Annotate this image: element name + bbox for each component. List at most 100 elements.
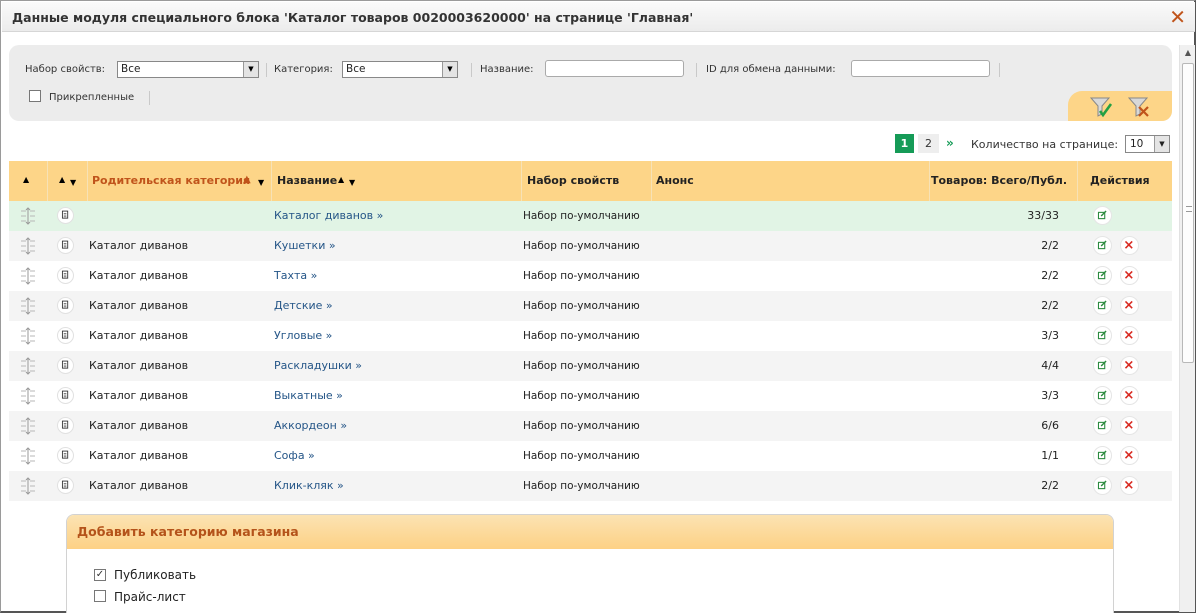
dialog-window: Данные модуля специального блока 'Катало… (0, 0, 1196, 613)
edit-icon[interactable] (1093, 476, 1112, 495)
delete-icon[interactable] (1120, 326, 1139, 345)
sort-asc-icon[interactable]: ▲ (338, 175, 344, 184)
sort-desc-icon[interactable]: ▼ (258, 178, 264, 187)
goods-count-cell: 3/3 (1041, 389, 1059, 402)
page-1-button[interactable]: 1 (895, 134, 914, 153)
add-category-panel-title: Добавить категорию магазина (77, 524, 299, 539)
drag-handle-icon[interactable] (19, 417, 37, 435)
pinned-checkbox[interactable] (29, 90, 41, 102)
edit-icon[interactable] (1093, 446, 1112, 465)
header-separator (87, 161, 88, 201)
edit-icon[interactable] (1093, 416, 1112, 435)
document-icon[interactable] (57, 297, 74, 314)
document-icon[interactable] (57, 237, 74, 254)
table-row: Каталог диванов Выкатные » Набор по-умолча… (9, 381, 1172, 411)
table-row: Каталог диванов Тахта » Набор по-умолчанию… (9, 261, 1172, 291)
scroll-up-icon[interactable]: ▲ (1180, 45, 1196, 61)
drag-handle-icon[interactable] (19, 237, 37, 255)
drag-handle-icon[interactable] (19, 447, 37, 465)
category-name-link[interactable]: Софа » (274, 441, 315, 471)
column-actions: Действия (1090, 174, 1150, 187)
table-row: Каталог диванов Клик-кляк » Набор по-умолч… (9, 471, 1172, 501)
category-name-link[interactable]: Выкатные » (274, 381, 343, 411)
scrollbar-thumb[interactable] (1182, 63, 1194, 363)
edit-icon[interactable] (1093, 356, 1112, 375)
price-list-label: Прайс-лист (114, 590, 186, 604)
edit-icon[interactable] (1093, 266, 1112, 285)
filter-separator (696, 63, 697, 77)
close-icon[interactable]: ✕ (1169, 5, 1186, 29)
vertical-scrollbar[interactable]: ▲ (1179, 45, 1195, 612)
drag-handle-icon[interactable] (19, 387, 37, 405)
sort-asc-icon[interactable]: ▲ (59, 175, 65, 184)
category-name-link[interactable]: Детские » (274, 291, 333, 321)
sort-asc-icon[interactable]: ▲ (23, 175, 29, 184)
delete-icon[interactable] (1120, 446, 1139, 465)
document-icon[interactable] (57, 267, 74, 284)
delete-icon[interactable] (1120, 236, 1139, 255)
delete-icon[interactable] (1120, 386, 1139, 405)
category-name-link[interactable]: Раскладушки » (274, 351, 362, 381)
delete-icon[interactable] (1120, 416, 1139, 435)
category-name-link[interactable]: Тахта » (274, 261, 317, 291)
per-page-select[interactable]: 10 ▼ (1125, 135, 1170, 153)
delete-icon[interactable] (1120, 356, 1139, 375)
edit-icon[interactable] (1093, 326, 1112, 345)
table-row: Каталог диванов Угловые » Набор по-умолчан… (9, 321, 1172, 351)
document-icon[interactable] (57, 207, 74, 224)
edit-icon[interactable] (1093, 236, 1112, 255)
drag-handle-icon[interactable] (19, 207, 37, 225)
column-parent-category[interactable]: Родительская категория (92, 161, 250, 201)
exchange-id-filter-input[interactable] (851, 60, 990, 77)
per-page-value: 10 (1130, 138, 1144, 150)
filter-clear-icon[interactable] (1127, 95, 1151, 119)
delete-icon[interactable] (1120, 296, 1139, 315)
category-name-link[interactable]: Кушетки » (274, 231, 336, 261)
document-icon[interactable] (57, 357, 74, 374)
table-row: Каталог диванов Аккордеон » Набор по-умолч… (9, 411, 1172, 441)
filter-apply-icon[interactable] (1089, 95, 1113, 119)
name-filter-label: Название: (480, 64, 534, 75)
sort-desc-icon[interactable]: ▼ (349, 178, 355, 187)
category-name-link[interactable]: Клик-кляк » (274, 471, 344, 501)
property-set-cell: Набор по-умолчанию (523, 390, 640, 402)
column-name[interactable]: Название (277, 161, 337, 201)
property-set-cell: Набор по-умолчанию (523, 330, 640, 342)
next-page-link[interactable]: » (946, 136, 954, 150)
dialog-title: Данные модуля специального блока 'Катало… (12, 10, 694, 25)
edit-icon[interactable] (1093, 206, 1112, 225)
chevron-down-icon: ▼ (243, 62, 258, 77)
drag-handle-icon[interactable] (19, 297, 37, 315)
category-name-link[interactable]: Аккордеон » (274, 411, 347, 441)
delete-icon[interactable] (1120, 476, 1139, 495)
goods-count-cell: 2/2 (1041, 479, 1059, 492)
property-set-filter-select[interactable]: Все ▼ (117, 61, 259, 78)
document-icon[interactable] (57, 477, 74, 494)
sort-asc-active-icon[interactable]: ▲ (243, 174, 251, 185)
publish-checkbox[interactable]: ✓ (94, 569, 106, 581)
table-row: Каталог диванов Софа » Набор по-умолчанию 1… (9, 441, 1172, 471)
column-property-set: Набор свойств (527, 174, 620, 187)
document-icon[interactable] (57, 447, 74, 464)
document-icon[interactable] (57, 327, 74, 344)
edit-icon[interactable] (1093, 386, 1112, 405)
header-separator (521, 161, 522, 201)
document-icon[interactable] (57, 387, 74, 404)
name-filter-input[interactable] (545, 60, 684, 77)
category-filter-select[interactable]: Все ▼ (342, 61, 458, 78)
chevron-down-icon: ▼ (1154, 136, 1169, 152)
edit-icon[interactable] (1093, 296, 1112, 315)
price-list-checkbox[interactable] (94, 590, 106, 602)
table-row: Каталог диванов Раскладушки » Набор по-умо… (9, 351, 1172, 381)
parent-category-cell: Каталог диванов (89, 479, 189, 492)
page-2-button[interactable]: 2 (918, 134, 939, 153)
category-name-link[interactable]: Каталог диванов » (274, 201, 383, 231)
drag-handle-icon[interactable] (19, 267, 37, 285)
delete-icon[interactable] (1120, 266, 1139, 285)
drag-handle-icon[interactable] (19, 477, 37, 495)
sort-desc-icon[interactable]: ▼ (70, 178, 76, 187)
drag-handle-icon[interactable] (19, 357, 37, 375)
category-name-link[interactable]: Угловые » (274, 321, 332, 351)
drag-handle-icon[interactable] (19, 327, 37, 345)
document-icon[interactable] (57, 417, 74, 434)
